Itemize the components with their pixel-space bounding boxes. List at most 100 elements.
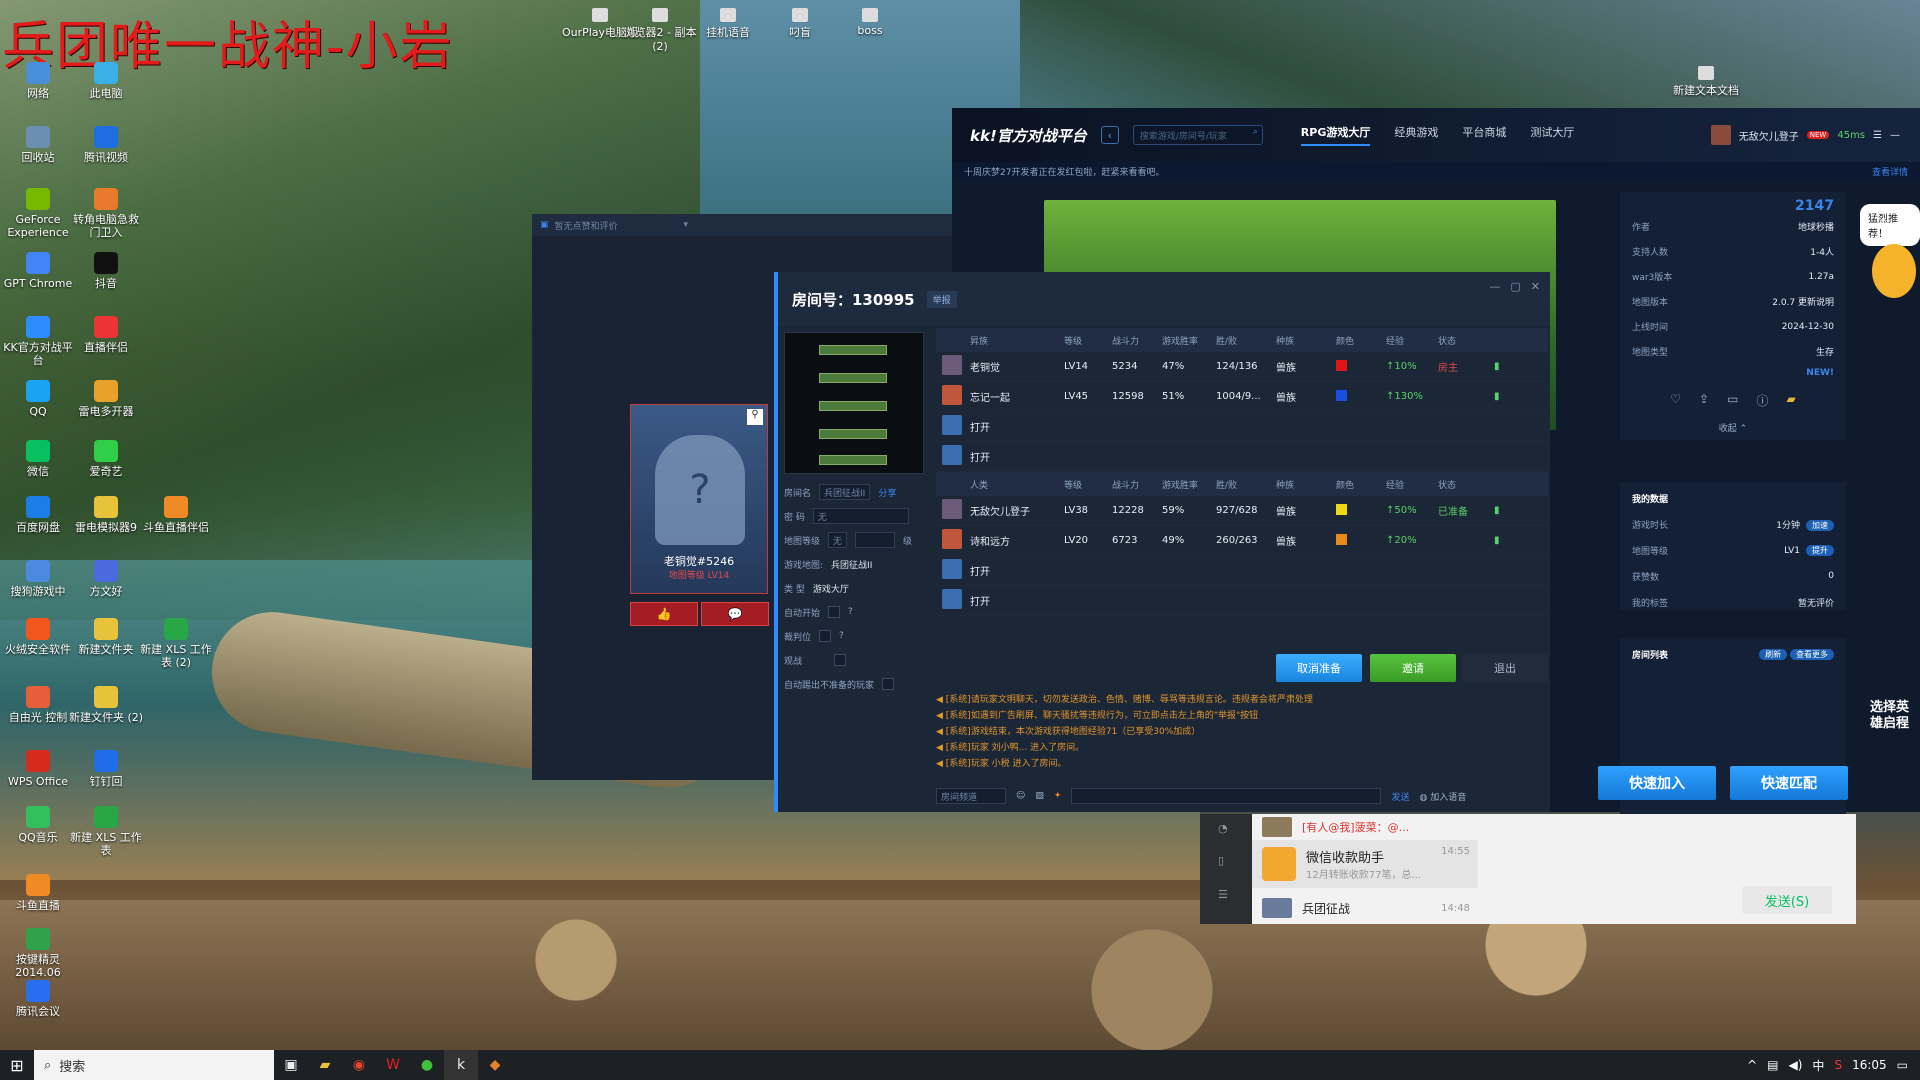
phone-icon[interactable]: ▯ xyxy=(1218,854,1224,867)
room-name-field[interactable]: 兵团征战II xyxy=(819,484,871,500)
desktop-icon[interactable]: 新建文件夹 (2) xyxy=(68,686,144,724)
desktop-icon[interactable]: 钉钉回 xyxy=(68,750,144,788)
antivirus-icon[interactable]: S xyxy=(1834,1058,1842,1072)
tab-test-hall[interactable]: 测试大厅 xyxy=(1530,124,1574,146)
level-input[interactable] xyxy=(855,532,896,548)
notification-icon[interactable]: ▭ xyxy=(1897,1058,1908,1072)
my-data-action-button[interactable]: 加速 xyxy=(1806,519,1834,531)
desktop-icon[interactable]: QQ xyxy=(0,380,76,418)
message-button[interactable]: 💬 xyxy=(701,602,769,626)
desktop-icon[interactable]: 直播伴侣 xyxy=(68,316,144,354)
player-card[interactable]: ⚲ ? 老铜觉#5246 地图等级 LV14 xyxy=(630,404,768,594)
player-color-swatch[interactable] xyxy=(1336,503,1347,515)
desktop-icon[interactable]: boss xyxy=(830,8,910,37)
wps-icon[interactable]: W xyxy=(376,1050,410,1080)
wechat-chat-item[interactable]: 微信收款助手 12月转账收款77笔，总... 14:55 xyxy=(1252,840,1478,888)
user-switch-icon[interactable]: ⚲ xyxy=(747,409,763,425)
quick-join-button[interactable]: 快速加入 xyxy=(1598,766,1716,800)
my-data-action-button[interactable]: 提升 xyxy=(1806,544,1834,556)
watch-checkbox[interactable] xyxy=(834,654,847,666)
menu-icon[interactable]: ☰ xyxy=(1873,130,1882,141)
referee-checkbox[interactable] xyxy=(819,630,832,642)
tab-rpg-hall[interactable]: RPG游戏大厅 xyxy=(1300,124,1371,146)
password-field[interactable]: 无 xyxy=(812,508,909,524)
taskbar-search[interactable]: ⌕ 搜索 xyxy=(34,1050,274,1080)
folder-icon[interactable]: ▰ xyxy=(1786,392,1795,409)
desktop-icon[interactable]: 腾讯视频 xyxy=(68,126,144,164)
kk-icon[interactable]: k xyxy=(444,1050,478,1080)
desktop-icon[interactable]: 百度网盘 xyxy=(0,496,76,534)
player-row[interactable]: 打开 xyxy=(936,442,1548,472)
help-icon[interactable]: ? xyxy=(839,631,844,641)
collapse-button[interactable]: 收起 ⌃ xyxy=(1632,421,1834,434)
emoji-icon[interactable]: ☺ xyxy=(1016,791,1025,801)
player-row[interactable]: 无敌欠儿登子 LV38 12228 59% 927/628 兽族 ↑50% 已准备 ▮ xyxy=(936,496,1548,526)
desktop-icon[interactable]: 火绒安全软件 xyxy=(0,618,76,656)
tab-shop[interactable]: 平台商城 xyxy=(1462,124,1506,146)
desktop-icon[interactable]: 网络 xyxy=(0,62,76,100)
desktop-icon[interactable]: 新建文本文档 xyxy=(1666,66,1746,98)
send-button[interactable]: 发送 xyxy=(1391,790,1409,803)
player-row[interactable]: 打开 xyxy=(936,412,1548,442)
desktop-icon[interactable]: 抖音 xyxy=(68,252,144,290)
share-icon[interactable]: ⇪ xyxy=(1699,392,1709,409)
channel-select[interactable]: 房间频道 xyxy=(936,788,1006,804)
task-view-icon[interactable]: ▣ xyxy=(274,1050,308,1080)
network-icon[interactable]: ▤ xyxy=(1767,1058,1778,1072)
player-row[interactable]: 忘记一起 LV45 12598 51% 1004/9... 兽族 ↑130% ▮ xyxy=(936,382,1548,412)
avatar[interactable] xyxy=(1710,125,1731,145)
player-color-swatch[interactable] xyxy=(1336,533,1347,545)
file-explorer-icon[interactable]: ▰ xyxy=(308,1050,342,1080)
desktop-icon[interactable]: 斗鱼直播 xyxy=(0,874,76,912)
minimize-icon[interactable]: — xyxy=(1489,280,1500,293)
player-color-swatch[interactable] xyxy=(1336,359,1347,371)
refresh-button[interactable]: 刷新 xyxy=(1759,649,1788,660)
desktop-icon[interactable]: 腾讯会议 xyxy=(0,980,76,1018)
info-icon[interactable]: ⓘ xyxy=(1756,392,1768,409)
auto-kick-checkbox[interactable] xyxy=(882,678,895,690)
invite-button[interactable]: 邀请 xyxy=(1370,654,1456,682)
desktop-icon[interactable]: 雷电多开器 xyxy=(68,380,144,418)
chevron-down-icon[interactable]: ▾ xyxy=(684,220,689,230)
wechat-icon[interactable]: ● xyxy=(410,1050,444,1080)
desktop-icon[interactable]: 此电脑 xyxy=(68,62,144,100)
desktop-icon[interactable]: 爱奇艺 xyxy=(68,440,144,478)
wechat-send-button[interactable]: 发送(S) xyxy=(1742,886,1832,914)
join-voice-button[interactable]: ◍ 加入语音 xyxy=(1419,790,1466,803)
maximize-icon[interactable]: ▢ xyxy=(1510,280,1520,293)
heart-icon[interactable]: ♡ xyxy=(1670,392,1681,409)
desktop-icon[interactable]: 新建 XLS 工作表 xyxy=(68,806,144,857)
ime-indicator[interactable]: 中 xyxy=(1812,1057,1824,1074)
desktop-icon[interactable]: 挂机语音 xyxy=(688,8,768,40)
desktop-icon[interactable]: 转角电脑急救门卫入 xyxy=(68,188,144,239)
screen-icon[interactable]: ▭ xyxy=(1727,392,1738,409)
desktop-icon[interactable]: QQ音乐 xyxy=(0,806,76,844)
desktop-icon[interactable]: GeForce Experience xyxy=(0,188,76,239)
back-icon[interactable]: ‹ xyxy=(1100,126,1119,144)
player-row[interactable]: 打开 xyxy=(936,556,1548,586)
desktop-icon[interactable]: 斗鱼直播伴侣 xyxy=(138,496,214,534)
desktop-icon[interactable]: 微信 xyxy=(0,440,76,478)
kk-search-input[interactable]: 搜索游戏/房间号/玩家 ⌕ xyxy=(1132,125,1263,145)
cancel-ready-button[interactable]: 取消准备 xyxy=(1276,654,1362,682)
fire-icon[interactable]: ✦ xyxy=(1054,791,1062,801)
image-icon[interactable]: ▨ xyxy=(1035,791,1044,801)
desktop-icon[interactable]: 方文好 xyxy=(68,560,144,598)
windows-start-icon[interactable]: ⊞ xyxy=(0,1050,34,1080)
desktop-icon[interactable]: 自由光 控制 xyxy=(0,686,76,724)
player-row[interactable]: 诗和远方 LV20 6723 49% 260/263 兽族 ↑20% ▮ xyxy=(936,526,1548,556)
close-icon[interactable]: ✕ xyxy=(1531,280,1540,293)
help-icon[interactable]: ? xyxy=(848,607,853,617)
minimize-icon[interactable]: — xyxy=(1890,130,1900,141)
player-row[interactable]: 打开 xyxy=(936,586,1548,616)
float-bubble[interactable]: 猛烈推荐！ xyxy=(1860,204,1920,246)
app-icon[interactable]: ◆ xyxy=(478,1050,512,1080)
clock[interactable]: 16:05 xyxy=(1852,1058,1887,1072)
volume-icon[interactable]: ◀) xyxy=(1789,1058,1803,1072)
share-button[interactable]: 分享 xyxy=(878,486,896,499)
desktop-icon[interactable]: 新建 XLS 工作表 (2) xyxy=(138,618,214,669)
desktop-icon[interactable]: GPT Chrome xyxy=(0,252,76,290)
desktop-icon[interactable]: 雷电模拟器9 xyxy=(68,496,144,534)
desktop-icon[interactable]: 搜狗游戏中 xyxy=(0,560,76,598)
float-egg-icon[interactable] xyxy=(1872,244,1916,298)
